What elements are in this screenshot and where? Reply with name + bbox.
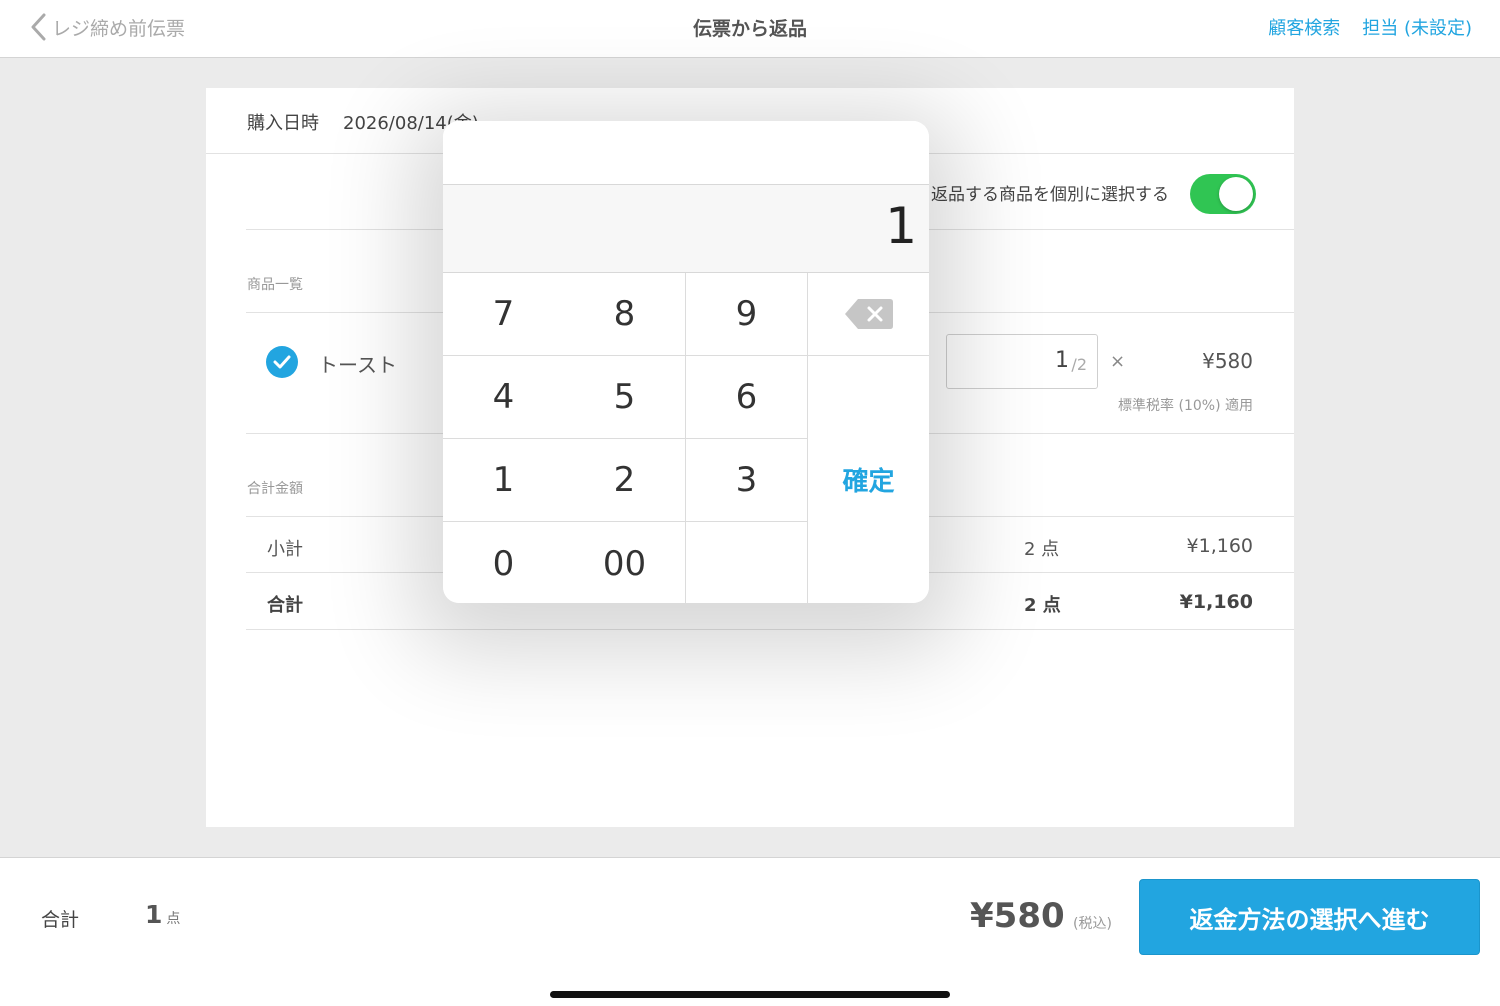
toggle-knob <box>1219 177 1253 211</box>
item-quantity-field[interactable]: 1 /2 <box>946 334 1098 389</box>
key-00[interactable]: 00 <box>564 522 686 603</box>
bottom-total-amount: ¥580 <box>970 896 1065 936</box>
bottom-total-label: 合計 <box>41 909 80 931</box>
totals-section-label: 合計金額 <box>247 481 303 497</box>
staff-button[interactable]: 担当 (未設定) <box>1362 14 1472 40</box>
bottom-item-count-unit: 点 <box>166 911 181 927</box>
numeric-keypad-popover: 1 7 8 9 4 5 6 1 2 3 0 00 確定 <box>443 121 929 603</box>
bottom-tax-note: (税込) <box>1073 916 1112 932</box>
home-indicator <box>550 991 950 998</box>
blank-key <box>686 522 808 603</box>
multiply-sign: × <box>1110 351 1126 372</box>
customer-search-button[interactable]: 顧客検索 <box>1268 14 1340 40</box>
nav-actions: 顧客検索 担当 (未設定) <box>1268 14 1472 40</box>
check-icon <box>273 355 291 369</box>
keypad-display-value: 1 <box>885 197 917 255</box>
key-0[interactable]: 0 <box>443 522 565 603</box>
confirm-key[interactable]: 確定 <box>808 356 929 603</box>
navigation-bar: レジ締め前伝票 伝票から返品 顧客検索 担当 (未設定) <box>0 0 1500 58</box>
individual-select-toggle[interactable] <box>1190 174 1256 214</box>
key-6[interactable]: 6 <box>686 356 808 439</box>
keypad-keys: 7 8 9 4 5 6 1 2 3 0 00 確定 <box>443 273 929 603</box>
individual-select-label: 返品する商品を個別に選択する <box>931 185 1169 205</box>
keypad-display: 1 <box>443 185 929 273</box>
item-price: ¥580 <box>1202 349 1253 373</box>
item-tax-note: 標準税率 (10%) 適用 <box>1118 398 1253 414</box>
total-count: 2 点 <box>1024 595 1061 616</box>
popover-arrow <box>927 348 944 382</box>
backspace-icon <box>844 299 893 329</box>
total-label: 合計 <box>267 595 303 616</box>
keypad-header <box>443 121 929 185</box>
key-3[interactable]: 3 <box>686 439 808 522</box>
backspace-key[interactable] <box>808 273 929 356</box>
key-1[interactable]: 1 <box>443 439 565 522</box>
bottom-summary-bar: 合計 1点 ¥580 (税込) 返金方法の選択へ進む <box>0 857 1500 1006</box>
subtotal-count: 2 点 <box>1024 539 1060 560</box>
item-quantity-value: 1 <box>1055 348 1069 373</box>
item-checkbox[interactable] <box>266 346 298 378</box>
total-amount: ¥1,160 <box>1179 591 1253 613</box>
subtotal-amount: ¥1,160 <box>1186 535 1253 557</box>
purchase-date-label: 購入日時 <box>247 113 319 134</box>
item-quantity-max: /2 <box>1071 355 1087 374</box>
bottom-item-count: 1点 <box>145 900 180 929</box>
key-4[interactable]: 4 <box>443 356 565 439</box>
proceed-to-refund-method-button[interactable]: 返金方法の選択へ進む <box>1139 879 1480 955</box>
key-7[interactable]: 7 <box>443 273 565 356</box>
key-5[interactable]: 5 <box>564 356 686 439</box>
items-section-label: 商品一覧 <box>247 277 303 293</box>
bottom-item-count-value: 1 <box>145 900 163 929</box>
key-2[interactable]: 2 <box>564 439 686 522</box>
item-name: トースト <box>318 353 397 377</box>
key-8[interactable]: 8 <box>564 273 686 356</box>
subtotal-label: 小計 <box>267 539 303 560</box>
key-9[interactable]: 9 <box>686 273 808 356</box>
